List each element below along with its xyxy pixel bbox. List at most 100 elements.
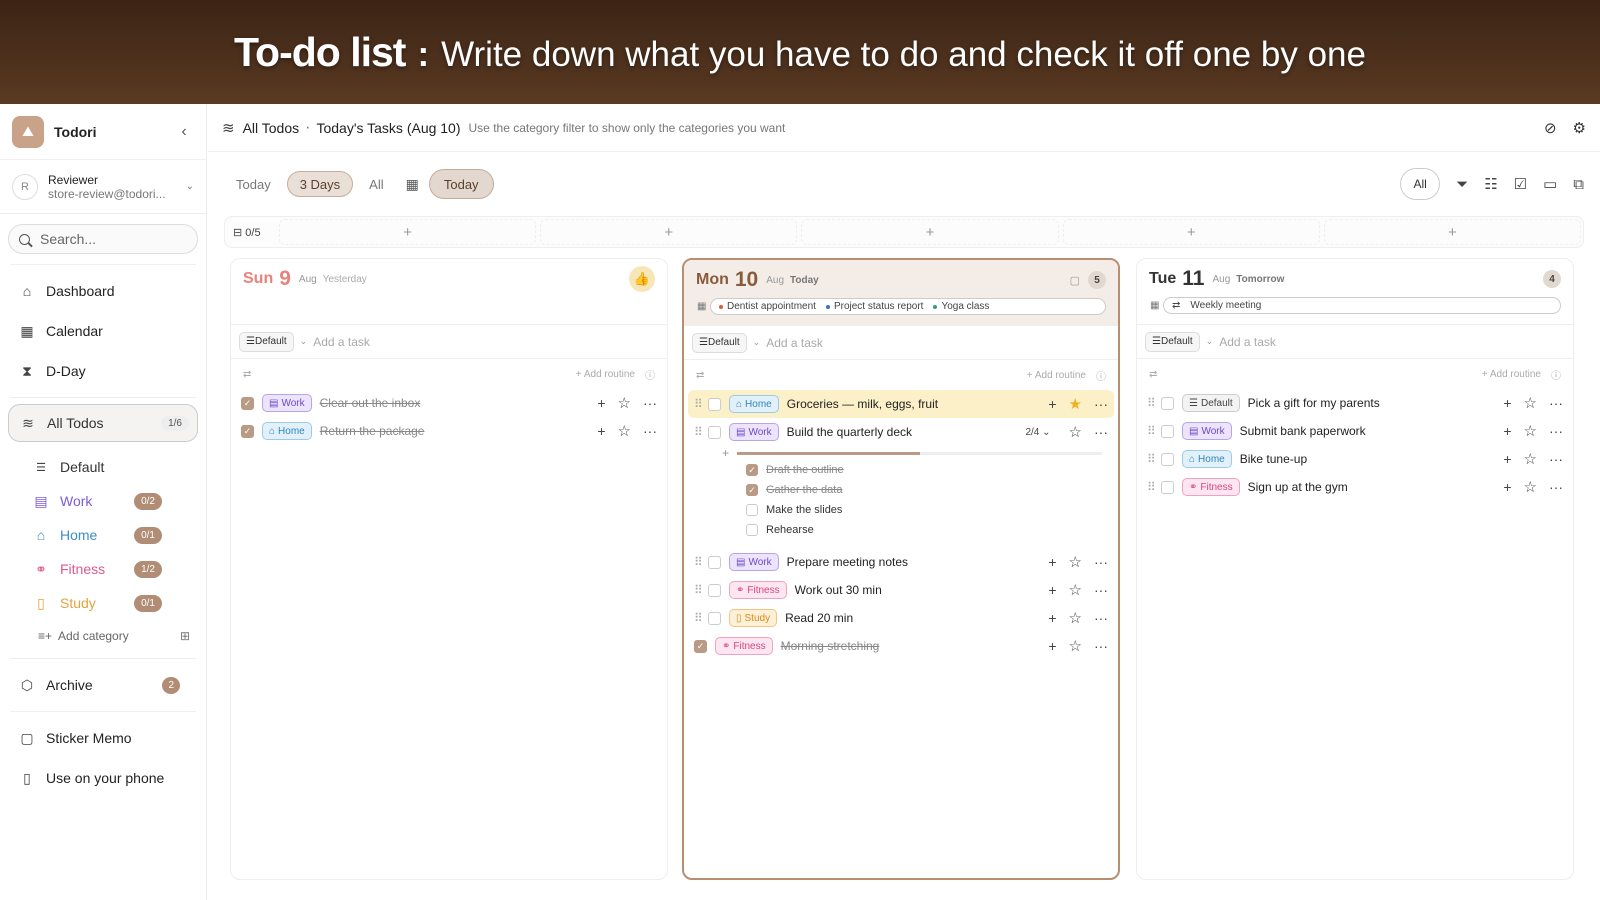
subtask-name[interactable]: Gather the data [766, 484, 1118, 496]
drag-handle-icon[interactable]: ⠿ [694, 397, 708, 411]
sidebar-item-archive[interactable]: ⬡ Archive 2 [0, 665, 206, 705]
more-icon[interactable]: ··· [643, 395, 657, 411]
subtask-row[interactable]: ✓ Gather the data [726, 480, 1118, 500]
pin-off-icon[interactable]: ⊘ [1544, 119, 1557, 137]
plus-icon[interactable]: + [1503, 423, 1511, 439]
task-row[interactable]: ⠿ ⚭ Fitness Sign up at the gym + ☆ ··· [1137, 473, 1573, 501]
chevron-down-icon[interactable]: ⌄ [753, 337, 761, 348]
category-filter-all-button[interactable]: All [1400, 168, 1441, 200]
task-name[interactable]: Build the quarterly deck [787, 425, 1026, 439]
collapse-sidebar-icon[interactable]: ‹ [174, 123, 194, 141]
events-strip[interactable]: ▦ ⇄ Weekly meeting [1150, 297, 1561, 314]
note-icon[interactable]: ▢ [1070, 274, 1080, 287]
window-icon[interactable]: ⧉ [1573, 176, 1584, 193]
plus-icon[interactable]: + [1503, 395, 1511, 411]
star-icon[interactable]: ☆ [618, 394, 631, 412]
star-icon[interactable]: ☆ [1069, 609, 1082, 627]
add-routine-button[interactable]: + Add routine [576, 369, 635, 380]
search-box[interactable] [8, 224, 198, 254]
plus-icon[interactable]: + [1503, 479, 1511, 495]
range-today-button[interactable]: Today [224, 171, 283, 197]
subtask-row[interactable]: ✓ Draft the outline [726, 460, 1118, 480]
add-category-button[interactable]: ≡+ Add category ⊞ [0, 620, 206, 652]
folder-add-icon[interactable]: ⊞ [180, 629, 190, 643]
add-task-row[interactable]: ☰ Default ⌄ Add a task [684, 326, 1118, 360]
subtask-row[interactable]: Make the slides [726, 500, 1118, 520]
category-default[interactable]: ☰ Default [0, 450, 206, 484]
inbox-add-slot[interactable]: + [801, 219, 1059, 245]
inbox-add-slot[interactable]: + [1062, 219, 1320, 245]
task-row[interactable]: ✓ ⚭ Fitness Morning stretching + ☆ ··· [684, 632, 1118, 660]
category-work[interactable]: ▤ Work 0/2 [0, 484, 206, 518]
event-item[interactable]: Yoga class [933, 301, 989, 312]
add-task-row[interactable]: ☰ Default ⌄ Add a task [1137, 325, 1573, 359]
help-icon[interactable]: ⓘ [645, 367, 655, 382]
task-name[interactable]: Groceries — milk, eggs, fruit [787, 397, 1049, 411]
add-task-row[interactable]: ☰ Default ⌄ Add a task [231, 325, 667, 359]
plus-icon[interactable]: + [1048, 638, 1056, 654]
subtask-checkbox[interactable] [746, 524, 758, 536]
drag-handle-icon[interactable]: ⠿ [1147, 396, 1161, 410]
star-icon[interactable]: ☆ [1069, 581, 1082, 599]
category-select[interactable]: ☰ Default [1145, 331, 1200, 352]
chevron-down-icon[interactable]: ⌄ [1206, 336, 1214, 347]
plus-icon[interactable]: + [1048, 396, 1056, 412]
task-checkbox[interactable] [708, 583, 721, 597]
sidebar-item-dday[interactable]: ⧗ D-Day [0, 351, 206, 391]
task-row[interactable]: ⠿ ▤ Work Submit bank paperwork + ☆ ··· [1137, 417, 1573, 445]
task-row[interactable]: ⠿ ▯ Study Read 20 min + ☆ ··· [684, 604, 1118, 632]
task-row[interactable]: ⠿ ▤ Work Build the quarterly deck 2/4 ⌄ ☆ ·… [684, 418, 1118, 446]
task-row[interactable]: ✓ ▤ Work Clear out the inbox + ☆ ··· [231, 389, 667, 417]
task-name[interactable]: Pick a gift for my parents [1248, 396, 1504, 410]
task-checkbox[interactable] [708, 555, 721, 569]
inbox-add-slot[interactable]: + [540, 219, 798, 245]
subtask-checkbox[interactable]: ✓ [746, 484, 758, 496]
range-all-button[interactable]: All [357, 171, 395, 197]
plus-icon[interactable]: + [1503, 451, 1511, 467]
task-checkbox[interactable] [1161, 452, 1174, 466]
calendar-picker-icon[interactable]: ▦ [406, 176, 419, 193]
task-checkbox[interactable] [1161, 396, 1174, 410]
category-select[interactable]: ☰ Default [239, 331, 294, 352]
chevron-down-icon[interactable]: ⌄ [186, 181, 194, 192]
task-name[interactable]: Bike tune-up [1240, 452, 1504, 466]
task-checkbox[interactable] [708, 611, 721, 625]
search-input[interactable] [40, 231, 180, 247]
more-icon[interactable]: ··· [643, 423, 657, 439]
help-icon[interactable]: ⓘ [1096, 368, 1106, 383]
drag-handle-icon[interactable]: ⠿ [694, 583, 708, 597]
add-task-input[interactable]: Add a task [766, 336, 823, 350]
subtask-checkbox[interactable] [746, 504, 758, 516]
gear-icon[interactable]: ⚙ [1573, 119, 1586, 137]
subtask-progress-select[interactable]: 2/4 ⌄ [1025, 427, 1050, 438]
sidebar-item-sticker-memo[interactable]: ▢ Sticker Memo [0, 718, 206, 758]
star-icon[interactable]: ☆ [1069, 553, 1082, 571]
add-routine-button[interactable]: + Add routine [1482, 369, 1541, 380]
category-select[interactable]: ☰ Default [692, 332, 747, 353]
subtask-checkbox[interactable]: ✓ [746, 464, 758, 476]
sidebar-item-dashboard[interactable]: ⌂ Dashboard [0, 271, 206, 311]
more-icon[interactable]: ··· [1094, 554, 1108, 570]
chevron-down-icon[interactable]: ⌄ [300, 336, 308, 347]
category-home[interactable]: ⌂ Home 0/1 [0, 518, 206, 552]
help-icon[interactable]: ⓘ [1551, 367, 1561, 382]
sidebar-item-phone[interactable]: ▯ Use on your phone [0, 758, 206, 798]
sidebar-item-all-todos[interactable]: ≋ All Todos 1/6 [8, 404, 198, 442]
sliders-icon[interactable]: ☷ [1484, 175, 1497, 193]
inbox-add-slot[interactable]: + [1323, 219, 1582, 245]
inbox-add-slot[interactable]: + [279, 219, 537, 245]
sidebar-item-calendar[interactable]: ▦ Calendar [0, 311, 206, 351]
plus-icon[interactable]: + [1048, 610, 1056, 626]
layout-icon[interactable]: ▭ [1543, 175, 1557, 193]
more-icon[interactable]: ··· [1094, 582, 1108, 598]
task-row[interactable]: ⠿ ⌂ Home Groceries — milk, eggs, fruit + ★… [688, 390, 1114, 418]
user-account[interactable]: R Reviewer store-review@todori... ⌄ [0, 160, 206, 214]
plus-icon[interactable]: + [722, 446, 729, 460]
task-checkbox[interactable] [1161, 480, 1174, 494]
task-checkbox[interactable] [708, 425, 721, 439]
plus-icon[interactable]: + [1048, 582, 1056, 598]
star-icon[interactable]: ☆ [1524, 450, 1537, 468]
more-icon[interactable]: ··· [1549, 423, 1563, 439]
event-item[interactable]: Weekly meeting [1190, 300, 1261, 311]
category-study[interactable]: ▯ Study 0/1 [0, 586, 206, 620]
